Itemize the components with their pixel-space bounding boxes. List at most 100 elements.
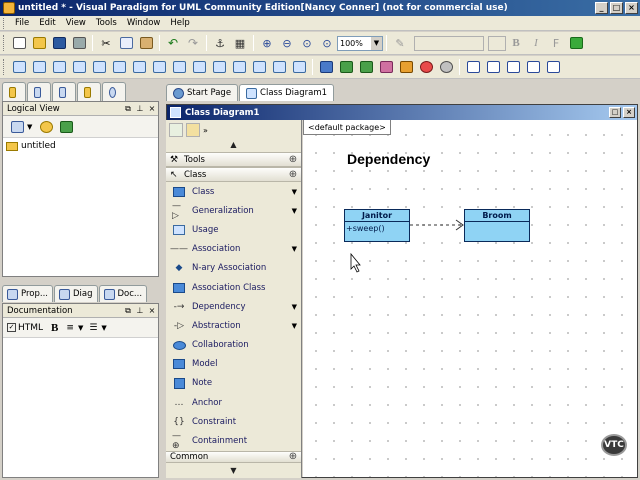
add-folder-button[interactable]	[57, 118, 75, 136]
zoom-actual-button[interactable]: ⊙	[318, 34, 336, 52]
close-button[interactable]: ×	[623, 107, 635, 118]
tab-class-repository[interactable]	[52, 82, 76, 101]
diagram-tool-8[interactable]	[150, 58, 168, 76]
grid-button[interactable]: ▦	[231, 34, 249, 52]
format-brush-button[interactable]: ✎	[391, 34, 409, 52]
restore-button[interactable]: □	[609, 107, 621, 118]
tree-item[interactable]: untitled	[3, 138, 158, 154]
tab-logical-view[interactable]	[2, 82, 26, 101]
palette-scroll-up[interactable]: ▲	[166, 140, 301, 152]
model-button[interactable]	[397, 58, 415, 76]
font-name-combo[interactable]	[414, 35, 484, 51]
chevron-down-icon[interactable]: ▼	[292, 188, 297, 196]
chevron-down-icon[interactable]: ▼	[292, 322, 297, 330]
diagram-tool-1[interactable]	[10, 58, 28, 76]
palette-item-anchor[interactable]: … Anchor	[166, 393, 301, 412]
settings-button[interactable]	[437, 58, 455, 76]
zoom-fit-button[interactable]: ⊙	[298, 34, 316, 52]
checklist-button-5[interactable]	[544, 58, 562, 76]
reference-button[interactable]	[377, 58, 395, 76]
align-button[interactable]	[337, 58, 355, 76]
palette-item-note[interactable]: Note	[166, 374, 301, 393]
palette-section-tools[interactable]: ⚒ Tools ⊕	[166, 152, 301, 167]
close-button[interactable]: ×	[625, 2, 638, 14]
palette-item-dependency[interactable]: -→ Dependency ▼	[166, 297, 301, 316]
diagram-tool-13[interactable]	[250, 58, 268, 76]
align-left-icon[interactable]: ≡	[66, 323, 74, 333]
tab-class-diagram1[interactable]: Class Diagram1	[239, 84, 335, 101]
list-icon[interactable]: ☰	[89, 323, 97, 333]
pin-icon[interactable]: ⊥	[134, 306, 146, 315]
undo-button[interactable]: ↶	[164, 34, 182, 52]
chevron-down-icon[interactable]: ▼	[27, 123, 32, 131]
zoom-combo[interactable]: 100% ▼	[337, 35, 383, 51]
menu-window[interactable]: Window	[122, 18, 166, 28]
palette-item-class[interactable]: Class ▼	[166, 182, 301, 201]
menu-tools[interactable]: Tools	[91, 18, 122, 28]
layout-button[interactable]	[317, 58, 335, 76]
italic-button[interactable]: I	[527, 34, 545, 52]
diagram-tool-12[interactable]	[230, 58, 248, 76]
palette-scroll-down[interactable]: ▼	[166, 466, 301, 478]
palette-item-n-ary-association[interactable]: ◆ N-ary Association	[166, 259, 301, 278]
tab-search[interactable]	[102, 82, 126, 101]
palette-item-model[interactable]: Model	[166, 355, 301, 374]
html-checkbox[interactable]: ✓	[7, 323, 16, 332]
save-button[interactable]	[50, 34, 68, 52]
lock-icon[interactable]	[186, 123, 200, 137]
zoom-out-button[interactable]: ⊖	[278, 34, 296, 52]
anchor-button[interactable]: ⚓	[211, 34, 229, 52]
paste-button[interactable]	[137, 34, 155, 52]
tab-diagram-navigator[interactable]	[77, 82, 101, 101]
diagram-canvas[interactable]: <default package> Dependency Janitor +sw…	[303, 120, 637, 477]
chevron-down-icon[interactable]: ▼	[292, 207, 297, 215]
close-icon[interactable]: ×	[146, 104, 158, 113]
documentation-editor[interactable]	[3, 338, 158, 473]
diagram-tool-7[interactable]	[130, 58, 148, 76]
tab-model-tree[interactable]	[27, 82, 51, 101]
dependency-connector[interactable]	[410, 219, 464, 231]
menu-edit[interactable]: Edit	[34, 18, 60, 28]
diagram-tool-15[interactable]	[290, 58, 308, 76]
chevron-down-icon[interactable]: ▼	[292, 245, 297, 253]
zoom-in-button[interactable]: ⊕	[258, 34, 276, 52]
diagram-tool-2[interactable]	[30, 58, 48, 76]
target-button[interactable]	[417, 58, 435, 76]
tab-start-page[interactable]: Start Page	[166, 84, 239, 101]
diagram-tool-11[interactable]	[210, 58, 228, 76]
close-icon[interactable]: ×	[146, 306, 158, 315]
refresh-button[interactable]	[37, 118, 55, 136]
palette-item-usage[interactable]: Usage	[166, 220, 301, 239]
chevron-down-icon[interactable]: ▼	[292, 303, 297, 311]
palette-item-collaboration[interactable]: Collaboration	[166, 336, 301, 355]
new-button[interactable]	[10, 34, 28, 52]
chevron-down-icon[interactable]: ▼	[371, 36, 382, 50]
font-color-button[interactable]: F	[547, 34, 565, 52]
chevron-down-icon[interactable]: »	[203, 126, 208, 135]
checklist-button-1[interactable]	[464, 58, 482, 76]
checklist-button-3[interactable]	[504, 58, 522, 76]
tab-diagram[interactable]: Diag	[54, 285, 98, 302]
menu-view[interactable]: View	[61, 18, 91, 28]
bold-button[interactable]: B	[507, 34, 525, 52]
tab-documentation[interactable]: Doc...	[98, 285, 148, 302]
diagram-tool-10[interactable]	[190, 58, 208, 76]
exit-button[interactable]	[567, 34, 585, 52]
checklist-button-4[interactable]	[524, 58, 542, 76]
diagram-tool-4[interactable]	[70, 58, 88, 76]
diagram-tool-14[interactable]	[270, 58, 288, 76]
chevron-down-icon[interactable]: ▼	[78, 324, 83, 332]
maximize-button[interactable]: □	[610, 2, 623, 14]
minimize-button[interactable]: _	[595, 2, 608, 14]
palette-item-constraint[interactable]: {} Constraint	[166, 412, 301, 431]
diagram-tool-9[interactable]	[170, 58, 188, 76]
checklist-button-2[interactable]	[484, 58, 502, 76]
palette-item-association-class[interactable]: Association Class	[166, 278, 301, 297]
font-size-combo[interactable]	[488, 35, 506, 51]
diagram-tool-3[interactable]	[50, 58, 68, 76]
diagram-tool-5[interactable]	[90, 58, 108, 76]
menu-file[interactable]: File	[10, 18, 34, 28]
redo-button[interactable]: ↷	[184, 34, 202, 52]
print-button[interactable]	[70, 34, 88, 52]
open-button[interactable]	[30, 34, 48, 52]
